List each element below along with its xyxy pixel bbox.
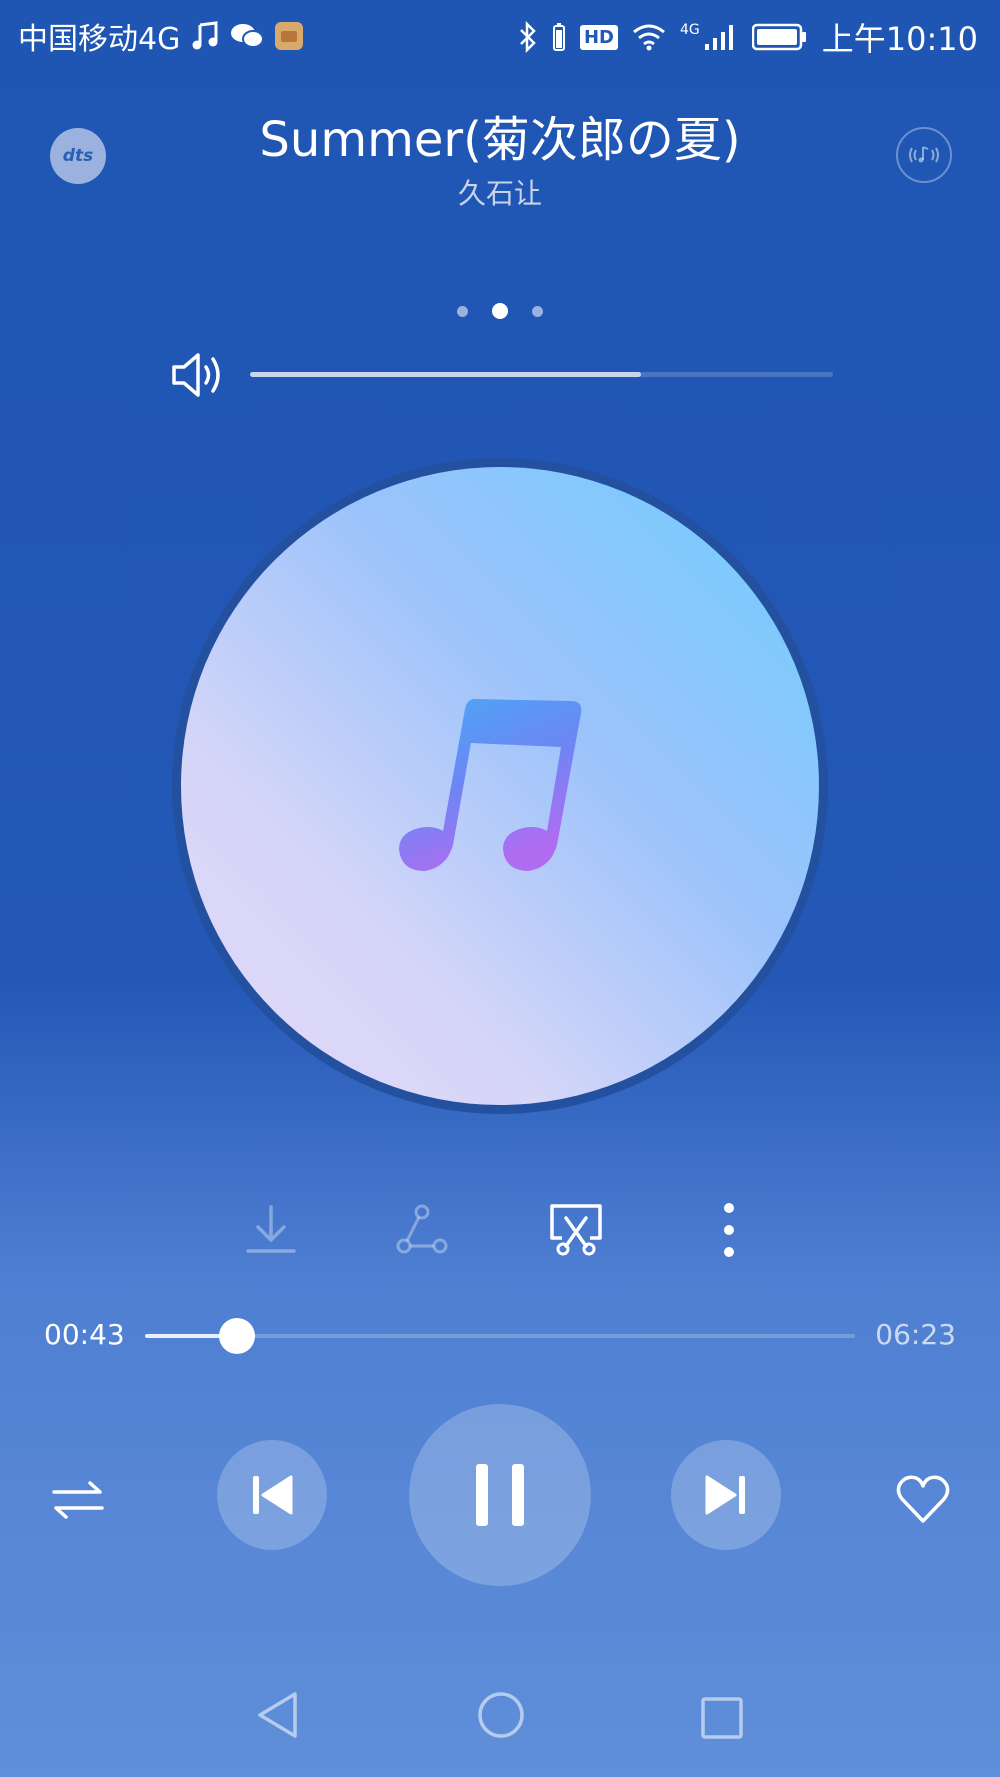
- page-dot[interactable]: [532, 305, 543, 317]
- download-button[interactable]: [241, 1200, 301, 1260]
- heart-icon: [896, 1475, 950, 1523]
- wifi-icon: [633, 24, 665, 51]
- recents-button[interactable]: [700, 1696, 744, 1744]
- progress-thumb[interactable]: [219, 1318, 256, 1354]
- favorite-button[interactable]: [896, 1475, 950, 1529]
- dts-button[interactable]: dts: [50, 128, 106, 184]
- recents-icon: [701, 1697, 743, 1739]
- app-icon: [275, 22, 304, 50]
- sound-effect-button[interactable]: [896, 127, 952, 183]
- home-button[interactable]: [476, 1690, 526, 1744]
- share-button[interactable]: [392, 1200, 452, 1260]
- song-title: Summer(菊次郎の夏): [259, 112, 741, 168]
- page-dot-active[interactable]: [492, 303, 508, 319]
- more-icon: [724, 1203, 734, 1257]
- volume-slider[interactable]: [250, 372, 833, 377]
- status-right: HD 4G 上午10:10: [518, 14, 978, 60]
- previous-button[interactable]: [217, 1440, 327, 1550]
- music-icon: [192, 21, 218, 50]
- current-time: 00:43: [44, 1318, 125, 1351]
- repeat-mode-icon: [52, 1481, 104, 1519]
- previous-icon: [253, 1475, 293, 1515]
- battery-icon: [751, 23, 806, 51]
- page-dot[interactable]: [457, 305, 468, 317]
- pause-button[interactable]: [409, 1404, 591, 1586]
- next-button[interactable]: [671, 1440, 781, 1550]
- network-type-label: 4G: [680, 22, 700, 38]
- clock: 上午10:10: [821, 20, 978, 58]
- signal-icon: [704, 25, 733, 50]
- next-icon: [705, 1475, 745, 1515]
- battery-small-icon: [552, 23, 565, 51]
- carrier-label: 中国移动4G: [18, 22, 181, 57]
- sound-effect-icon: [909, 146, 939, 163]
- bluetooth-icon: [520, 21, 536, 53]
- more-button[interactable]: [699, 1200, 759, 1260]
- wechat-icon: [231, 24, 265, 48]
- progress-slider[interactable]: [145, 1318, 855, 1354]
- download-icon: [246, 1205, 296, 1253]
- back-button[interactable]: [255, 1690, 301, 1744]
- status-left: 中国移动4G: [18, 14, 304, 58]
- pause-icon: [476, 1464, 524, 1526]
- cut-ringtone-icon: [550, 1204, 602, 1256]
- cut-ringtone-button[interactable]: [546, 1200, 606, 1260]
- home-icon: [478, 1692, 524, 1738]
- volume-icon[interactable]: [170, 348, 230, 406]
- back-icon: [258, 1692, 297, 1738]
- volume-level: [250, 372, 641, 377]
- music-note-icon: [395, 695, 605, 885]
- page-indicator[interactable]: [0, 303, 1000, 319]
- status-bar: 中国移动4G HD 4G 上午10:10: [0, 0, 1000, 70]
- artist-name[interactable]: 久石让: [150, 172, 850, 212]
- hd-badge: HD: [579, 24, 618, 50]
- total-time: 06:23: [875, 1318, 956, 1351]
- share-icon: [396, 1204, 448, 1254]
- repeat-mode-button[interactable]: [50, 1478, 106, 1526]
